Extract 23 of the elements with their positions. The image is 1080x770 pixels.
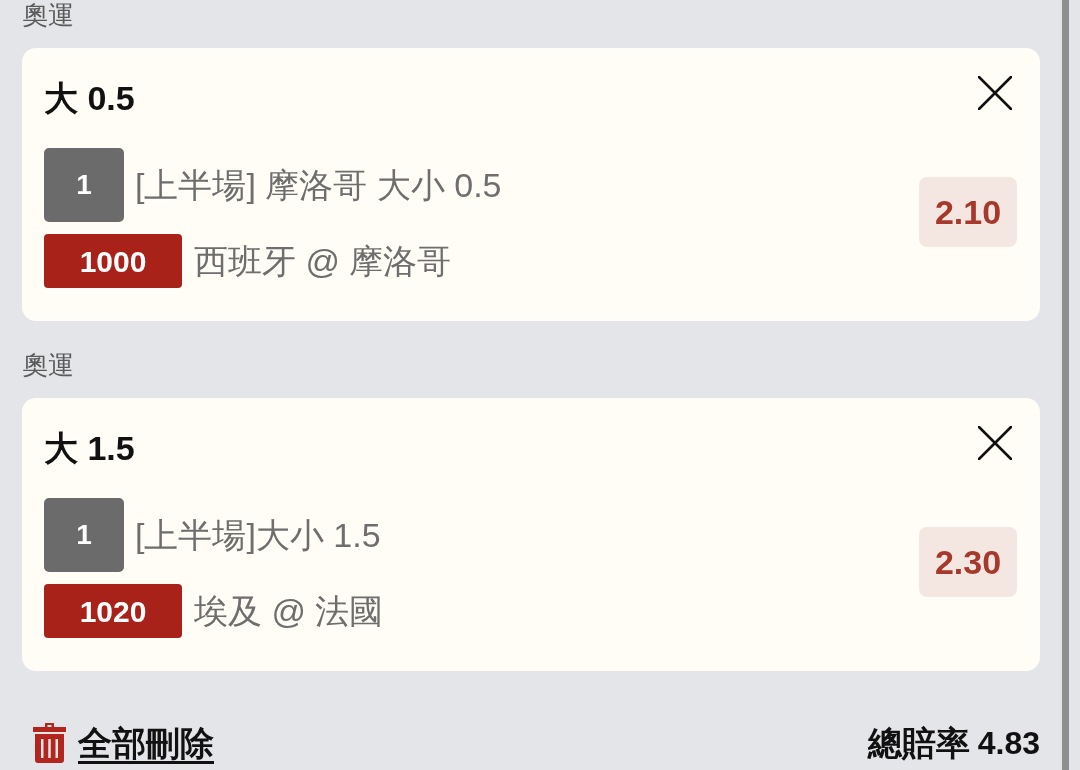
market-text: [上半場]大小 1.5 — [135, 515, 381, 555]
league-label: 奧運 — [22, 350, 74, 380]
odds-value[interactable]: 2.10 — [919, 177, 1017, 247]
leg-number: 1 — [44, 148, 124, 222]
selection-title: 大 1.5 — [44, 428, 135, 468]
match-code: 1020 — [44, 584, 182, 638]
clear-all-button[interactable]: 全部刪除 — [33, 722, 214, 764]
close-icon — [978, 76, 1012, 110]
league-label: 奧運 — [22, 0, 74, 30]
match-code: 1000 — [44, 234, 182, 288]
close-button[interactable] — [978, 76, 1012, 110]
leg-number: 1 — [44, 498, 124, 572]
match-text: 埃及 @ 法國 — [194, 591, 384, 631]
odds-value[interactable]: 2.30 — [919, 527, 1017, 597]
trash-icon — [33, 723, 66, 763]
total-odds-label: 總賠率 — [867, 723, 970, 764]
close-button[interactable] — [978, 426, 1012, 460]
close-icon — [978, 426, 1012, 460]
market-text: [上半場] 摩洛哥 大小 0.5 — [135, 165, 502, 205]
selection-title: 大 0.5 — [44, 78, 135, 118]
total-odds-value: 4.83 — [977, 724, 1040, 763]
match-text: 西班牙 @ 摩洛哥 — [194, 241, 452, 281]
scrollbar[interactable] — [1062, 0, 1069, 770]
